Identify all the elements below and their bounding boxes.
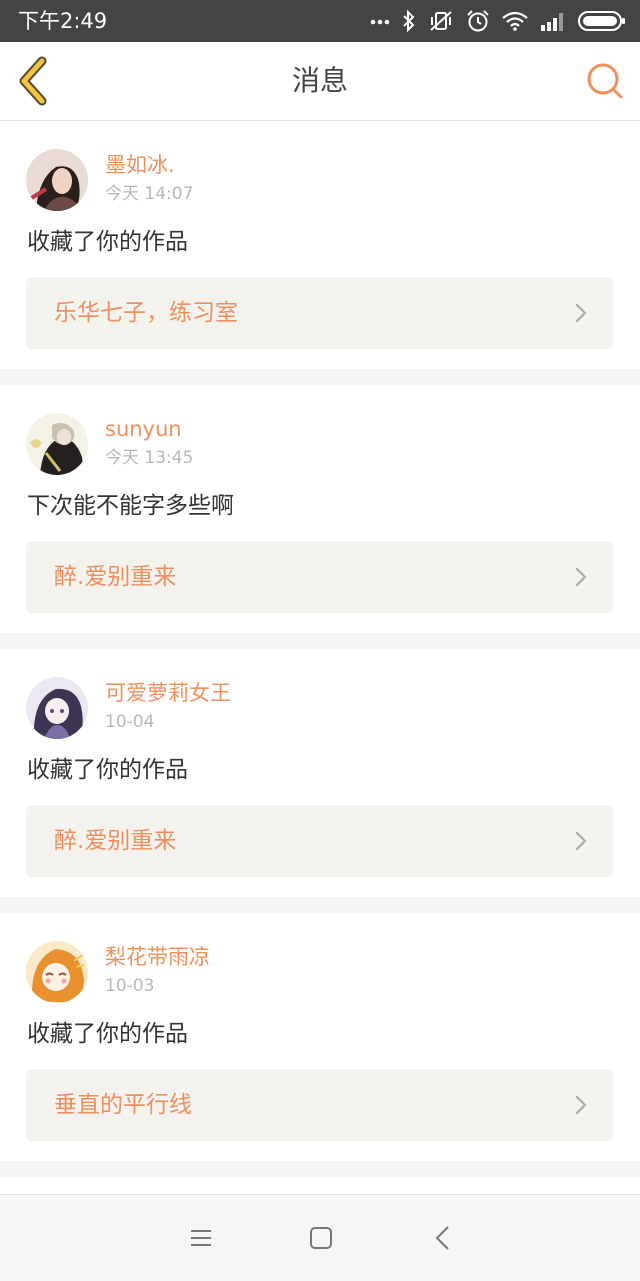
battery-icon <box>578 11 625 31</box>
avatar[interactable] <box>26 413 88 475</box>
work-link[interactable]: 醉.爱别重来 <box>26 541 613 613</box>
home-button[interactable] <box>306 1223 336 1253</box>
header-bar: 消息 <box>0 42 640 121</box>
work-title: 垂直的平行线 <box>54 1092 192 1118</box>
page-title: 消息 <box>291 64 348 97</box>
chevron-right-icon <box>575 303 587 323</box>
signal-icon <box>541 13 563 31</box>
message-card: sunyun 今天 13:45 下次能不能字多些啊 醉.爱别重来 <box>0 385 640 633</box>
wifi-icon <box>502 11 528 31</box>
system-nav-bar <box>0 1194 640 1281</box>
work-title: 醉.爱别重来 <box>54 828 177 854</box>
avatar-image <box>26 941 88 1003</box>
chevron-right-icon <box>575 567 587 587</box>
status-bar: 下午2:49 <box>0 0 640 42</box>
work-title: 乐华七子，练习室 <box>54 300 238 326</box>
avatar[interactable] <box>26 941 88 1003</box>
work-link[interactable]: 乐华七子，练习室 <box>26 277 613 349</box>
timestamp: 10-04 <box>105 712 155 732</box>
alarm-icon <box>467 10 489 32</box>
avatar-image <box>26 677 88 739</box>
work-link[interactable]: 垂直的平行线 <box>26 1069 613 1141</box>
avatar-image <box>26 413 88 475</box>
back-nav-button[interactable] <box>428 1223 458 1253</box>
search-icon <box>587 63 623 99</box>
status-time: 下午2:49 <box>18 9 108 33</box>
message-text: 下次能不能字多些啊 <box>27 493 234 519</box>
menu-button[interactable] <box>186 1223 216 1253</box>
avatar-image <box>26 149 88 211</box>
chevron-right-icon <box>575 831 587 851</box>
avatar[interactable] <box>26 677 88 739</box>
timestamp: 10-03 <box>105 976 155 996</box>
menu-icon <box>191 1230 211 1246</box>
message-text: 收藏了你的作品 <box>27 229 188 255</box>
vibrate-off-icon <box>430 11 452 31</box>
bluetooth-icon <box>403 10 415 32</box>
status-icons <box>370 7 626 35</box>
back-icon <box>435 1226 449 1250</box>
username[interactable]: 梨花带雨凉 <box>105 943 210 971</box>
username[interactable]: 墨如冰. <box>105 151 175 179</box>
message-card: 梨花带雨凉 10-03 收藏了你的作品 垂直的平行线 <box>0 913 640 1161</box>
chevron-right-icon <box>575 1095 587 1115</box>
avatar[interactable] <box>26 149 88 211</box>
timestamp: 今天 14:07 <box>105 184 194 204</box>
message-text: 收藏了你的作品 <box>27 1021 188 1047</box>
message-card: 可爱萝莉女王 10-04 收藏了你的作品 醉.爱别重来 <box>0 649 640 897</box>
username[interactable]: 可爱萝莉女王 <box>105 679 231 707</box>
message-text: 收藏了你的作品 <box>27 757 188 783</box>
timestamp: 今天 13:45 <box>105 448 194 468</box>
message-card: 墨如冰. 今天 14:07 收藏了你的作品 乐华七子，练习室 <box>0 121 640 369</box>
more-dots-icon <box>370 19 390 25</box>
home-icon <box>310 1227 332 1249</box>
work-title: 醉.爱别重来 <box>54 564 177 590</box>
username[interactable]: sunyun <box>105 415 182 443</box>
work-link[interactable]: 醉.爱别重来 <box>26 805 613 877</box>
search-button[interactable] <box>584 60 626 102</box>
